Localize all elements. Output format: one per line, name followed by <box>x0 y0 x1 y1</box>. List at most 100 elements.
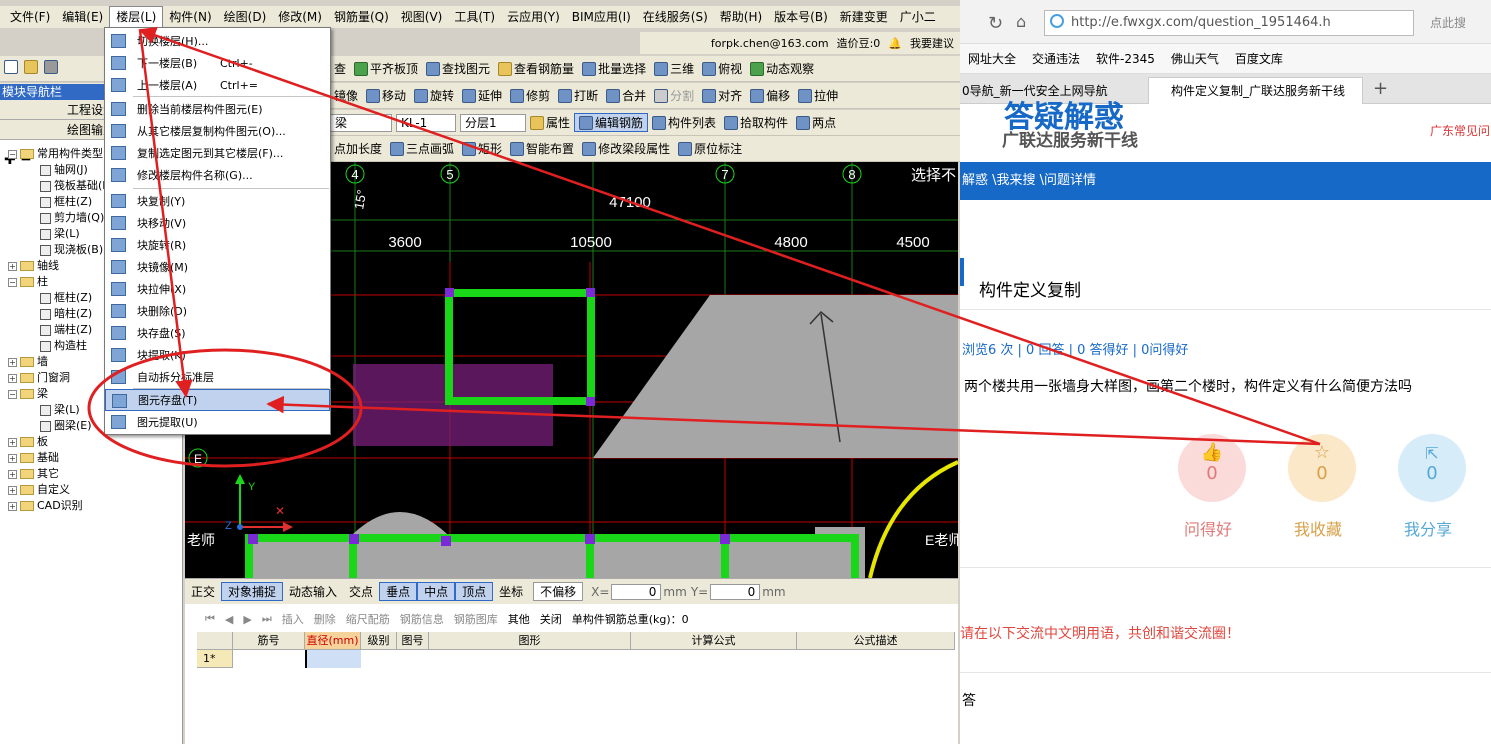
x-input[interactable]: 0 <box>611 583 662 600</box>
top-right-link[interactable]: 广东常见问 <box>1430 122 1490 139</box>
dynamic-input-toggle[interactable]: 动态输入 <box>283 583 343 600</box>
midpoint-snap[interactable]: 中点 <box>417 582 456 601</box>
bookmark-item[interactable]: 网址大全 <box>960 50 1024 67</box>
tb2-split[interactable]: 分割 <box>650 87 698 104</box>
floor-menu-item[interactable]: 图元存盘(T) <box>105 389 330 411</box>
two-point-button[interactable]: 两点 <box>792 114 840 131</box>
floor-menu-item[interactable]: 上一楼层(A) Ctrl+= <box>105 74 330 96</box>
bookmark-item[interactable]: 百度文库 <box>1227 50 1291 67</box>
tb4-point-length[interactable]: 点加长度 <box>330 140 386 157</box>
coordinate-snap[interactable]: 坐标 <box>493 583 529 600</box>
menu-help[interactable]: 帮助(H) <box>714 7 768 27</box>
floor-menu-item[interactable]: 复制选定图元到其它楼层(F)... <box>105 142 330 164</box>
expand-icon[interactable]: + <box>8 469 17 479</box>
menu-bim[interactable]: BIM应用(I) <box>566 7 637 27</box>
menu-new-change[interactable]: 新建变更 <box>834 7 894 27</box>
ortho-toggle[interactable]: 正交 <box>185 583 221 600</box>
close-button[interactable]: 关闭 <box>540 611 562 627</box>
col-bar-no[interactable]: 筋号 <box>233 632 305 650</box>
prev-record-icon[interactable]: ◀ <box>225 613 233 626</box>
tb2-rotate[interactable]: 旋转 <box>410 87 458 104</box>
gray-slab[interactable] <box>593 295 958 458</box>
tb2-extend[interactable]: 延伸 <box>458 87 506 104</box>
floor-menu-item[interactable]: 删除当前楼层构件图元(E) <box>105 98 330 120</box>
tree-folder[interactable]: + 其它 <box>0 466 183 482</box>
next-record-icon[interactable]: ▶ <box>243 613 251 626</box>
floor-menu-item[interactable]: 修改楼层构件名称(G)... <box>105 164 330 186</box>
grip-point[interactable] <box>586 397 595 406</box>
tb2-break[interactable]: 打断 <box>554 87 602 104</box>
floor-menu-item[interactable]: 块旋转(R) <box>105 234 330 256</box>
tb2-trim[interactable]: 修剪 <box>506 87 554 104</box>
menu-online[interactable]: 在线服务(S) <box>637 7 714 27</box>
tb1-batch[interactable]: 批量选择 <box>578 60 650 77</box>
menu-draw[interactable]: 绘图(D) <box>218 7 273 27</box>
menu-view[interactable]: 视图(V) <box>395 7 449 27</box>
menu-rebar-qty[interactable]: 钢筋量(Q) <box>328 7 395 27</box>
tb1-3d[interactable]: 三维 <box>650 60 698 77</box>
expand-icon[interactable]: + <box>8 437 17 447</box>
floor-menu-item[interactable]: 切换楼层(H)... <box>105 30 330 52</box>
tree-folder[interactable]: + CAD识别 <box>0 498 183 514</box>
y-input[interactable]: 0 <box>710 583 761 600</box>
bookmark-item[interactable]: 软件-2345 <box>1088 50 1163 67</box>
menu-tools[interactable]: 工具(T) <box>448 7 501 27</box>
menu-version[interactable]: 版本号(B) <box>768 7 834 27</box>
rebar-info-button[interactable]: 钢筋信息 <box>400 611 444 627</box>
attr-button[interactable]: 属性 <box>526 114 574 131</box>
insert-button[interactable]: 插入 <box>282 611 304 627</box>
tb4-smart-layout[interactable]: 智能布置 <box>506 140 578 157</box>
col-shape[interactable]: 图形 <box>429 632 631 650</box>
menu-floor[interactable]: 楼层(L) <box>109 6 164 28</box>
tree-folder[interactable]: + 板 <box>0 434 183 450</box>
floor-menu-item[interactable]: 块移动(V) <box>105 212 330 234</box>
menu-cloud[interactable]: 云应用(Y) <box>501 7 566 27</box>
yellow-arc[interactable] <box>868 460 958 578</box>
grip-point[interactable] <box>441 536 451 546</box>
expand-icon[interactable]: + <box>8 357 17 367</box>
grip-point[interactable] <box>445 288 454 297</box>
grip-point[interactable] <box>349 534 359 544</box>
offset-select[interactable]: 不偏移 <box>533 582 584 601</box>
collapse-icon[interactable]: − <box>8 149 17 159</box>
floor-menu-item[interactable]: 块提取(K) <box>105 344 330 366</box>
refresh-icon[interactable]: ↻ <box>988 13 1003 34</box>
tb1-orbit[interactable]: 动态观察 <box>746 60 818 77</box>
intersection-snap[interactable]: 交点 <box>343 583 379 600</box>
floor-menu-item[interactable]: 块删除(D) <box>105 300 330 322</box>
expand-icon[interactable]: + <box>8 501 17 511</box>
tb1-check[interactable]: 查 <box>330 60 350 77</box>
col-figure-no[interactable]: 图号 <box>397 632 429 650</box>
edit-rebar-button[interactable]: 编辑钢筋 <box>574 113 649 132</box>
tb1-top-view[interactable]: 俯视 <box>698 60 746 77</box>
bookmark-item[interactable]: 交通违法 <box>1024 50 1088 67</box>
other-button[interactable]: 其他 <box>508 611 530 627</box>
tab-active[interactable]: 构件定义复制_广联达服务新干线 <box>1148 77 1363 104</box>
col-grade[interactable]: 级别 <box>361 632 397 650</box>
tb2-offset[interactable]: 偏移 <box>746 87 794 104</box>
floor-menu-item[interactable]: 自动拆分标准层 <box>105 366 330 388</box>
grip-point[interactable] <box>248 534 258 544</box>
tb1-find[interactable]: 查找图元 <box>422 60 494 77</box>
vertex-snap[interactable]: 顶点 <box>455 582 494 601</box>
expand-icon[interactable]: + <box>8 373 17 383</box>
favorite-button[interactable]: ☆ 0 <box>1288 434 1356 502</box>
search-box[interactable]: 点此搜 <box>1430 14 1466 31</box>
floor-menu-item[interactable]: 块存盘(S) <box>105 322 330 344</box>
new-file-icon[interactable] <box>4 60 18 74</box>
expand-icon[interactable]: + <box>8 485 17 495</box>
share-button[interactable]: ⇱ 0 <box>1398 434 1466 502</box>
floor-menu-item[interactable]: 块镜像(M) <box>105 256 330 278</box>
suggest-button[interactable]: 我要建议 <box>910 35 954 51</box>
bookmark-item[interactable]: 佛山天气 <box>1163 50 1227 67</box>
last-record-icon[interactable]: ⏭ <box>262 612 272 626</box>
tb2-move[interactable]: 移动 <box>362 87 410 104</box>
tb4-three-point-arc[interactable]: 三点画弧 <box>386 140 458 157</box>
delete-button[interactable]: 删除 <box>314 611 336 627</box>
grip-point[interactable] <box>720 534 730 544</box>
good-question-button[interactable]: 👍 0 <box>1178 434 1246 502</box>
object-snap-toggle[interactable]: 对象捕捉 <box>221 582 284 601</box>
tb4-rect[interactable]: 矩形 <box>458 140 506 157</box>
scale-rebar-button[interactable]: 缩尺配筋 <box>346 611 390 627</box>
floor-menu-item[interactable]: 块复制(Y) <box>105 190 330 212</box>
